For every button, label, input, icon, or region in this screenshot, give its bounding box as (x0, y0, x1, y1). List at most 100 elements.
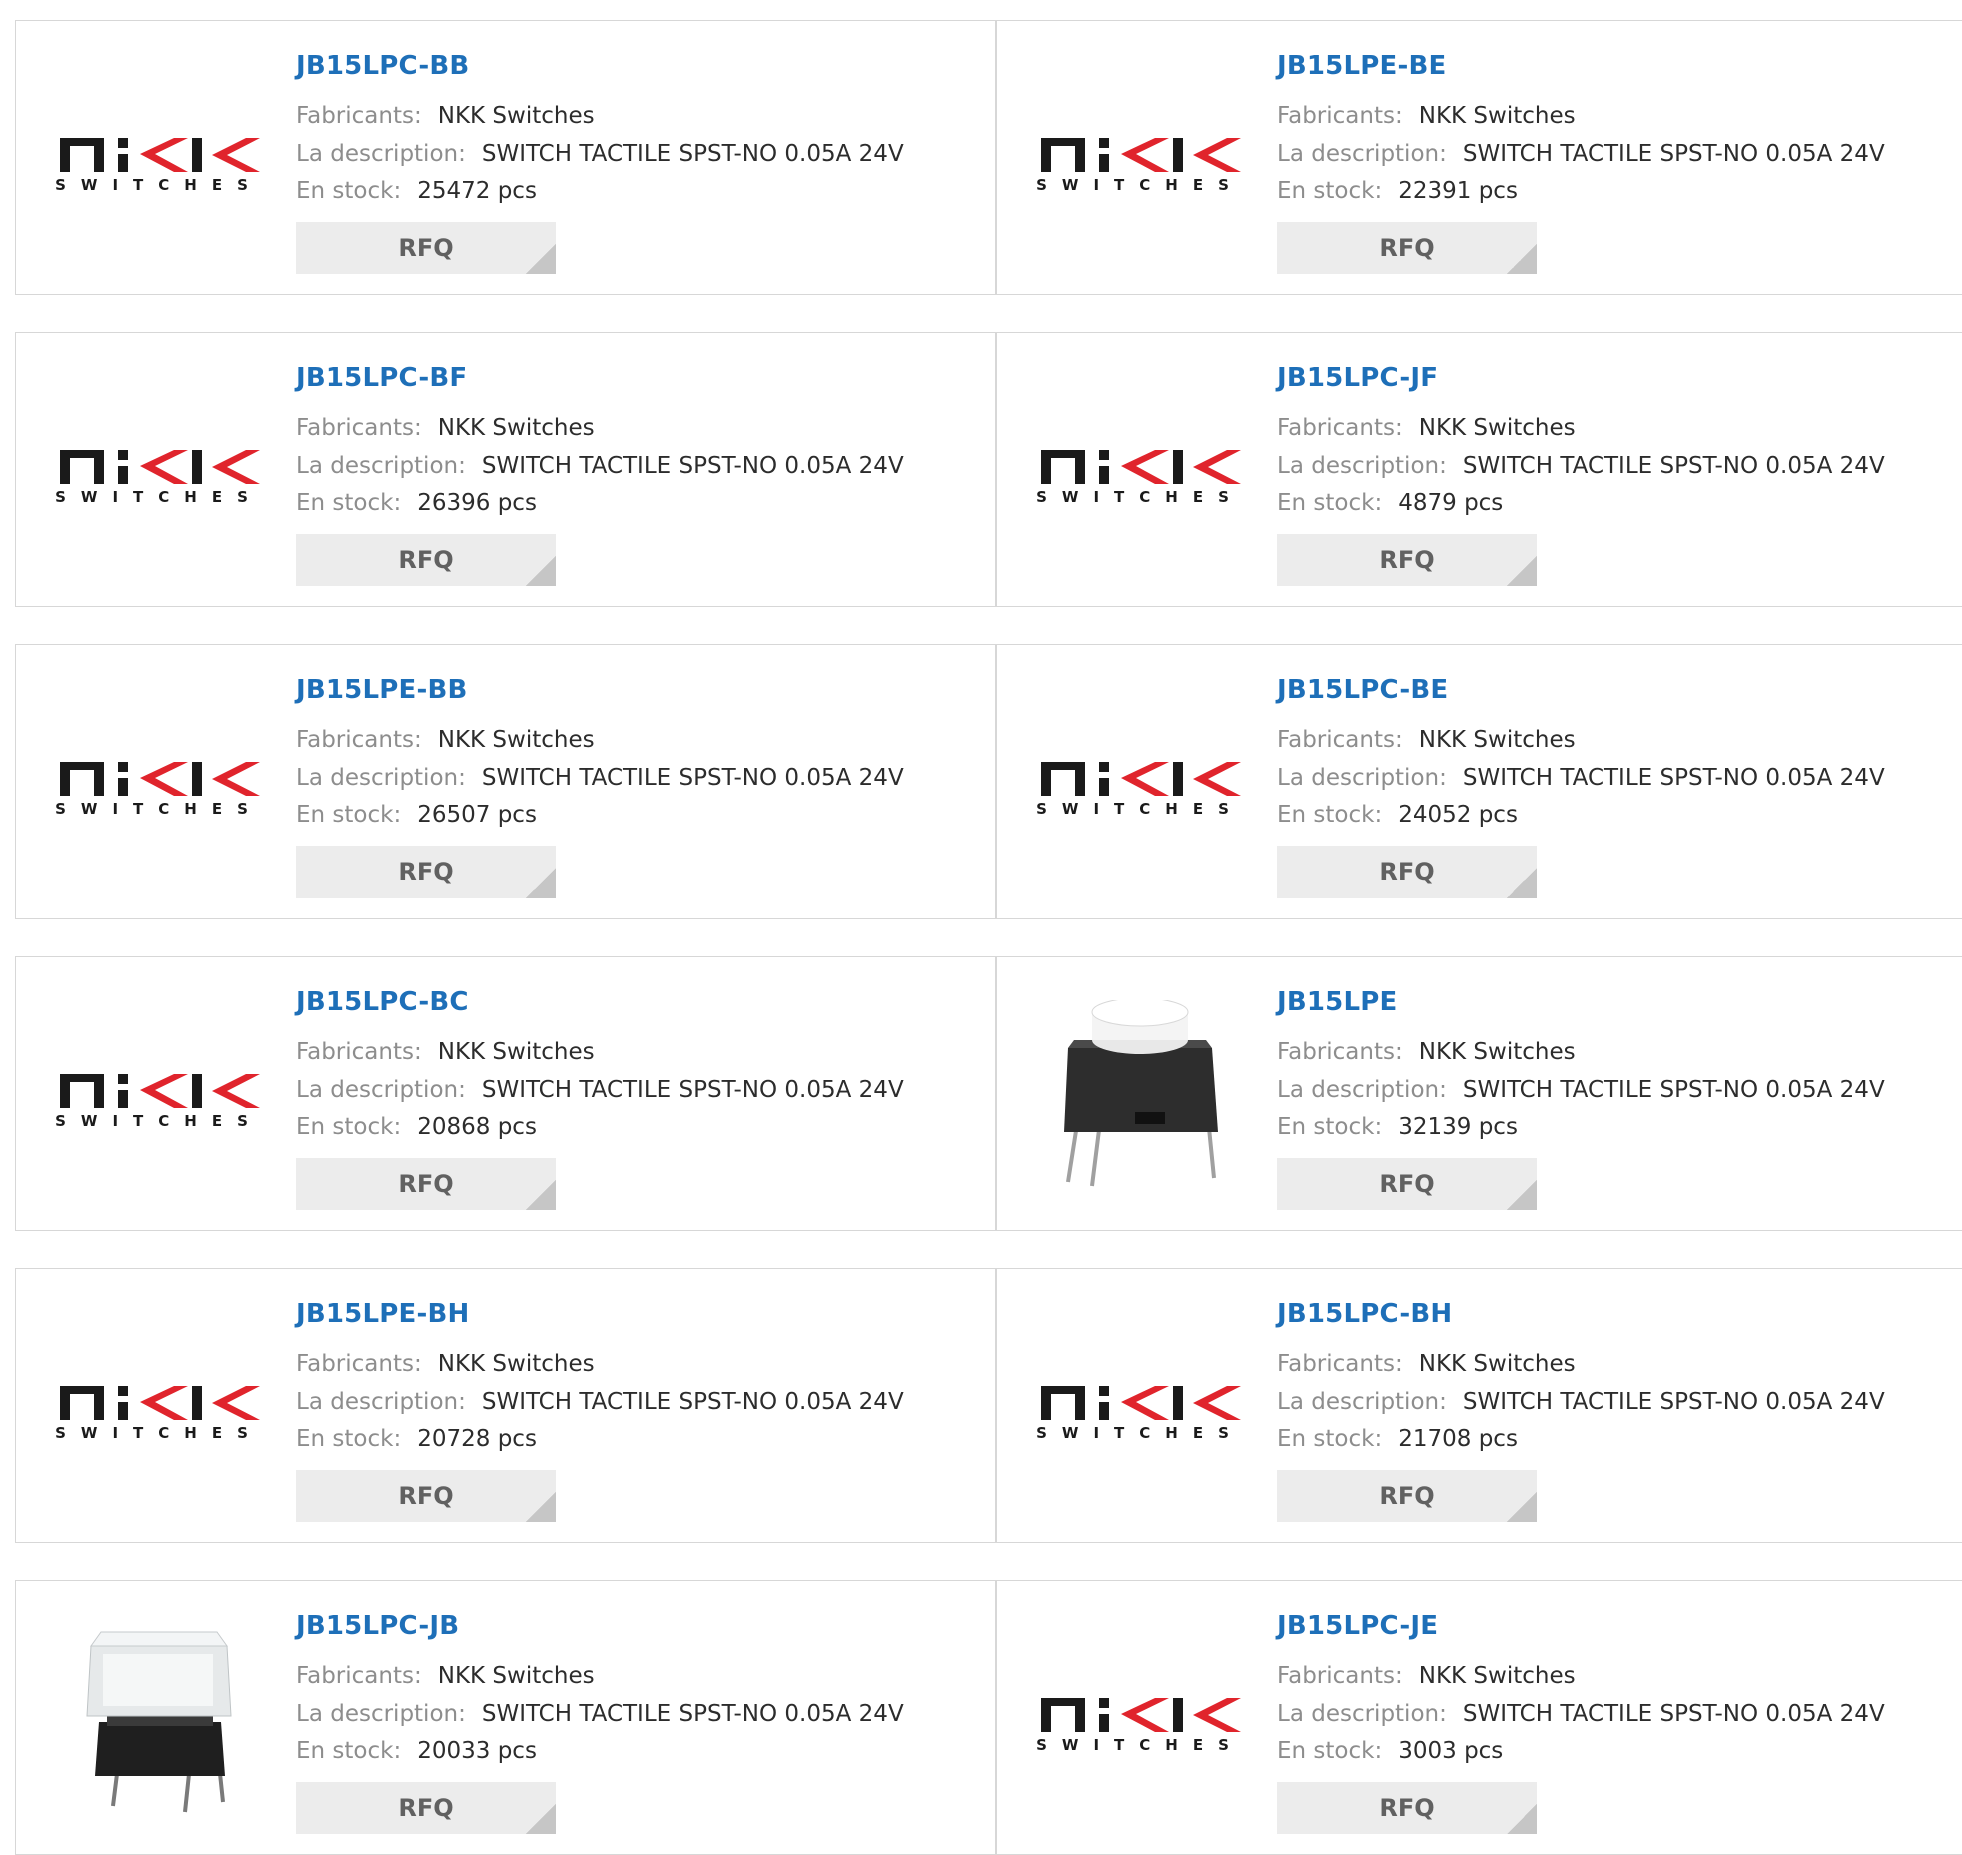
rfq-button[interactable]: RFQ (296, 534, 556, 586)
manufacturer-value: NKK Switches (437, 727, 595, 753)
stock-label: En stock: (1277, 1114, 1383, 1140)
rfq-button[interactable]: RFQ (1277, 846, 1537, 898)
rfq-button-label: RFQ (398, 1482, 454, 1510)
rfq-corner-decoration (526, 1492, 556, 1522)
manufacturer-row: Fabricants: NKK Switches (1277, 413, 1576, 443)
rfq-button[interactable]: RFQ (296, 1158, 556, 1210)
rfq-corner-decoration (1507, 1804, 1537, 1834)
switch-product-photo (86, 1631, 232, 1813)
product-thumbnail[interactable] (54, 1631, 264, 1813)
part-number-link[interactable]: JB15LPC-BE (1277, 675, 1448, 705)
description-label: La description: (1277, 1389, 1447, 1415)
logo-tagline: SWITCHES (56, 488, 262, 506)
nkk-logo-mark (60, 762, 260, 796)
nkk-logo-mark (1041, 1386, 1241, 1420)
rfq-button-label: RFQ (1379, 858, 1435, 886)
product-thumbnail[interactable]: SWITCHES (54, 401, 264, 541)
nkk-switches-logo: SWITCHES (56, 450, 262, 506)
rfq-corner-decoration (526, 1180, 556, 1210)
stock-row: En stock: 24052 pcs (1277, 800, 1518, 830)
description-value: SWITCH TACTILE SPST-NO 0.05A 24V (1462, 141, 1885, 167)
product-thumbnail[interactable]: SWITCHES (1035, 401, 1245, 541)
part-number-link[interactable]: JB15LPE-BB (296, 675, 467, 705)
nkk-logo-mark (60, 1074, 260, 1108)
stock-row: En stock: 21708 pcs (1277, 1424, 1518, 1454)
product-card: SWITCHES JB15LPE-BB Fabricants: NKK Switc… (15, 644, 996, 919)
manufacturer-row: Fabricants: NKK Switches (1277, 101, 1576, 131)
description-value: SWITCH TACTILE SPST-NO 0.05A 24V (481, 1389, 904, 1415)
rfq-button[interactable]: RFQ (296, 222, 556, 274)
stock-row: En stock: 22391 pcs (1277, 176, 1518, 206)
description-label: La description: (296, 453, 466, 479)
rfq-button[interactable]: RFQ (1277, 534, 1537, 586)
product-thumbnail[interactable]: SWITCHES (54, 1337, 264, 1477)
product-card: SWITCHES JB15LPE-BH Fabricants: NKK Switc… (15, 1268, 996, 1543)
manufacturer-value: NKK Switches (437, 415, 595, 441)
nkk-switches-logo: SWITCHES (1037, 450, 1243, 506)
description-value: SWITCH TACTILE SPST-NO 0.05A 24V (1462, 1077, 1885, 1103)
rfq-corner-decoration (526, 556, 556, 586)
manufacturer-value: NKK Switches (437, 103, 595, 129)
rfq-button[interactable]: RFQ (296, 1470, 556, 1522)
part-number-link[interactable]: JB15LPC-BC (296, 987, 469, 1017)
stock-row: En stock: 25472 pcs (296, 176, 537, 206)
description-value: SWITCH TACTILE SPST-NO 0.05A 24V (481, 1701, 904, 1727)
part-number-link[interactable]: JB15LPE-BH (296, 1299, 469, 1329)
stock-label: En stock: (1277, 1738, 1383, 1764)
nkk-logo-mark (1041, 138, 1241, 172)
rfq-corner-decoration (1507, 868, 1537, 898)
manufacturer-value: NKK Switches (1418, 1351, 1576, 1377)
rfq-button[interactable]: RFQ (1277, 222, 1537, 274)
product-thumbnail[interactable] (1035, 1000, 1245, 1187)
rfq-button[interactable]: RFQ (1277, 1470, 1537, 1522)
nkk-logo-mark (60, 1386, 260, 1420)
description-row: La description: SWITCH TACTILE SPST-NO 0.… (1277, 1387, 1885, 1417)
description-row: La description: SWITCH TACTILE SPST-NO 0.… (296, 1387, 904, 1417)
manufacturer-label: Fabricants: (296, 415, 422, 441)
description-row: La description: SWITCH TACTILE SPST-NO 0.… (1277, 1075, 1885, 1105)
part-number-link[interactable]: JB15LPC-BB (296, 51, 469, 81)
part-number-link[interactable]: JB15LPE (1277, 987, 1397, 1017)
part-number-link[interactable]: JB15LPE-BE (1277, 51, 1446, 81)
nkk-switches-logo: SWITCHES (1037, 138, 1243, 194)
part-number-link[interactable]: JB15LPC-BF (296, 363, 467, 393)
part-number-link[interactable]: JB15LPC-JB (296, 1611, 459, 1641)
rfq-corner-decoration (526, 1804, 556, 1834)
rfq-button-label: RFQ (1379, 234, 1435, 262)
manufacturer-label: Fabricants: (1277, 1663, 1403, 1689)
part-number-link[interactable]: JB15LPC-JE (1277, 1611, 1438, 1641)
rfq-button[interactable]: RFQ (296, 1782, 556, 1834)
manufacturer-value: NKK Switches (437, 1039, 595, 1065)
product-card: SWITCHES JB15LPE-BE Fabricants: NKK Switc… (996, 20, 1962, 295)
manufacturer-value: NKK Switches (437, 1351, 595, 1377)
description-row: La description: SWITCH TACTILE SPST-NO 0.… (296, 763, 904, 793)
description-value: SWITCH TACTILE SPST-NO 0.05A 24V (481, 1077, 904, 1103)
rfq-corner-decoration (1507, 556, 1537, 586)
product-thumbnail[interactable]: SWITCHES (1035, 713, 1245, 853)
product-thumbnail[interactable]: SWITCHES (54, 713, 264, 853)
rfq-button[interactable]: RFQ (296, 846, 556, 898)
part-number-link[interactable]: JB15LPC-BH (1277, 1299, 1452, 1329)
description-label: La description: (296, 141, 466, 167)
rfq-button-label: RFQ (398, 546, 454, 574)
logo-tagline: SWITCHES (1037, 488, 1243, 506)
description-row: La description: SWITCH TACTILE SPST-NO 0.… (1277, 139, 1885, 169)
description-label: La description: (1277, 453, 1447, 479)
part-number-link[interactable]: JB15LPC-JF (1277, 363, 1438, 393)
product-thumbnail[interactable]: SWITCHES (54, 89, 264, 229)
rfq-button[interactable]: RFQ (1277, 1158, 1537, 1210)
logo-tagline: SWITCHES (1037, 176, 1243, 194)
stock-value: 25472 pcs (417, 178, 537, 204)
product-thumbnail[interactable]: SWITCHES (1035, 1649, 1245, 1789)
description-label: La description: (296, 1077, 466, 1103)
rfq-button-label: RFQ (1379, 1482, 1435, 1510)
product-thumbnail[interactable]: SWITCHES (1035, 1337, 1245, 1477)
product-thumbnail[interactable]: SWITCHES (1035, 89, 1245, 229)
description-label: La description: (296, 765, 466, 791)
manufacturer-value: NKK Switches (1418, 727, 1576, 753)
logo-tagline: SWITCHES (56, 800, 262, 818)
stock-label: En stock: (1277, 490, 1383, 516)
description-label: La description: (1277, 1077, 1447, 1103)
product-thumbnail[interactable]: SWITCHES (54, 1025, 264, 1165)
rfq-button[interactable]: RFQ (1277, 1782, 1537, 1834)
